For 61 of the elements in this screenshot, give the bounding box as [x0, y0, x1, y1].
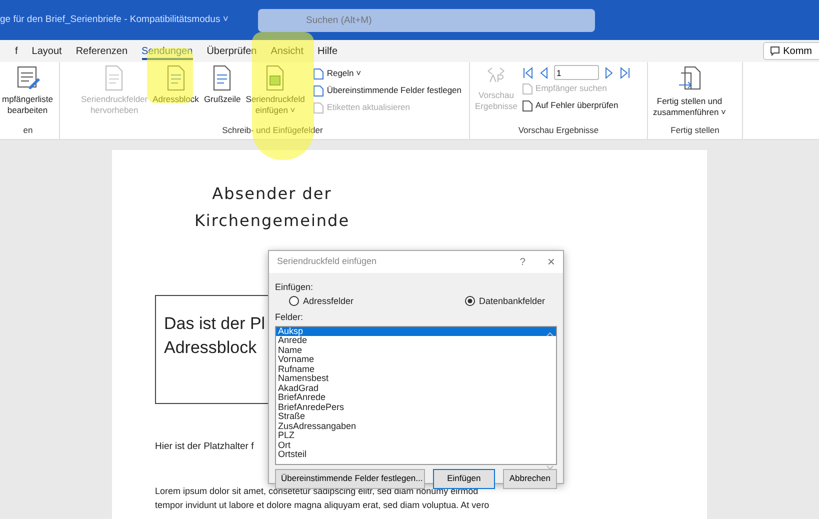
list-item[interactable]: Ortsteil: [276, 450, 556, 460]
search-field[interactable]: Suchen (Alt+M): [258, 8, 595, 32]
list-item[interactable]: Namensbest: [276, 374, 556, 384]
list-item[interactable]: BriefAnrede: [276, 393, 556, 402]
list-item[interactable]: Anrede: [276, 336, 556, 346]
record-field[interactable]: 1: [554, 65, 599, 80]
previous-record-icon: [538, 66, 550, 78]
list-item[interactable]: BriefAnredePers: [276, 402, 556, 412]
ribbon-button[interactable]: Übereinstimmende Felder festlegen: [312, 82, 462, 99]
group-label: Fertig stellen: [670, 124, 720, 137]
list-item[interactable]: Rufname: [276, 364, 556, 374]
comment-button[interactable]: Komm: [763, 42, 819, 60]
paragraph: Hier ist der Platzhalter f: [155, 440, 254, 454]
list-item[interactable]: Ort: [276, 440, 556, 450]
list-item[interactable]: ZusAdressangaben: [276, 422, 556, 431]
radio-label[interactable]: Datenbankfelder: [478, 294, 545, 308]
dialog-button[interactable]: Übereinstimmende Felder festlegen...: [275, 468, 425, 488]
last-record-icon: [618, 66, 631, 78]
list-item[interactable]: PLZ: [276, 431, 556, 440]
ribbon-tab[interactable]: Hilfe: [310, 40, 345, 62]
list-item[interactable]: AkadGrad: [276, 384, 556, 393]
ribbon-tab[interactable]: Überprüfen: [200, 40, 264, 62]
address-text: Das ist der Pl: [164, 313, 266, 335]
address-text: Adressblock: [164, 337, 257, 359]
ribbon-button[interactable]: Fertig stellen und zusammenführen ˅: [652, 65, 727, 118]
list-item[interactable]: Vorname: [276, 355, 556, 364]
field-label: Einfügen:: [274, 281, 314, 294]
document-icon: [522, 100, 533, 112]
ribbon-button[interactable]: Auf Fehler überprüfen: [522, 97, 618, 114]
document-grid-icon: [264, 65, 286, 91]
list-pencil-icon: [14, 65, 41, 91]
list-item[interactable]: Straße: [276, 412, 556, 422]
list-item[interactable]: Auksp: [276, 326, 556, 336]
list-item[interactable]: Name: [276, 346, 556, 355]
document-icon: [522, 82, 533, 94]
paragraph-line: tempor invidunt ut labore et dolore magna aliquyam erat, sed diam voluptua. At vero: [155, 499, 490, 512]
document-icon: [103, 65, 126, 91]
dialog-button[interactable]: Einfügen: [433, 468, 495, 488]
dialog-title: Seriendruckfeld einfügen: [277, 255, 378, 268]
ribbon-tab[interactable]: f: [8, 40, 25, 62]
ribbon-tab[interactable]: Layout: [24, 40, 69, 62]
window-title: ge für den Brief_Serienbriefe - Kompatibilitätsmodus ˅: [0, 12, 230, 27]
radio-button[interactable]: [464, 296, 475, 306]
ribbon-button[interactable]: Regeln ˅: [312, 65, 362, 82]
ribbon-button[interactable]: Grußzeile: [202, 65, 242, 105]
close-button[interactable]: ×: [547, 252, 555, 272]
document-icon: [211, 65, 234, 91]
dialog-button[interactable]: Abbrechen: [502, 468, 557, 488]
radio-label[interactable]: Adressfelder: [303, 294, 354, 308]
help-button[interactable]: ?: [520, 254, 526, 270]
radio-button[interactable]: [289, 296, 299, 306]
document-icon: [164, 65, 187, 91]
ribbon-button[interactable]: mpfängerliste bearbeiten: [1, 65, 54, 116]
ribbon-tab[interactable]: Referenzen: [68, 40, 135, 62]
comment-icon: [770, 46, 780, 56]
group-label: en: [22, 124, 34, 137]
next-record-icon: [602, 66, 615, 78]
document-heading: Absender der Kirchengemeinde: [193, 183, 351, 232]
group-label: Vorschau Ergebnisse: [517, 124, 600, 137]
first-record-icon: [522, 66, 534, 78]
field-label: Felder:: [274, 311, 304, 324]
